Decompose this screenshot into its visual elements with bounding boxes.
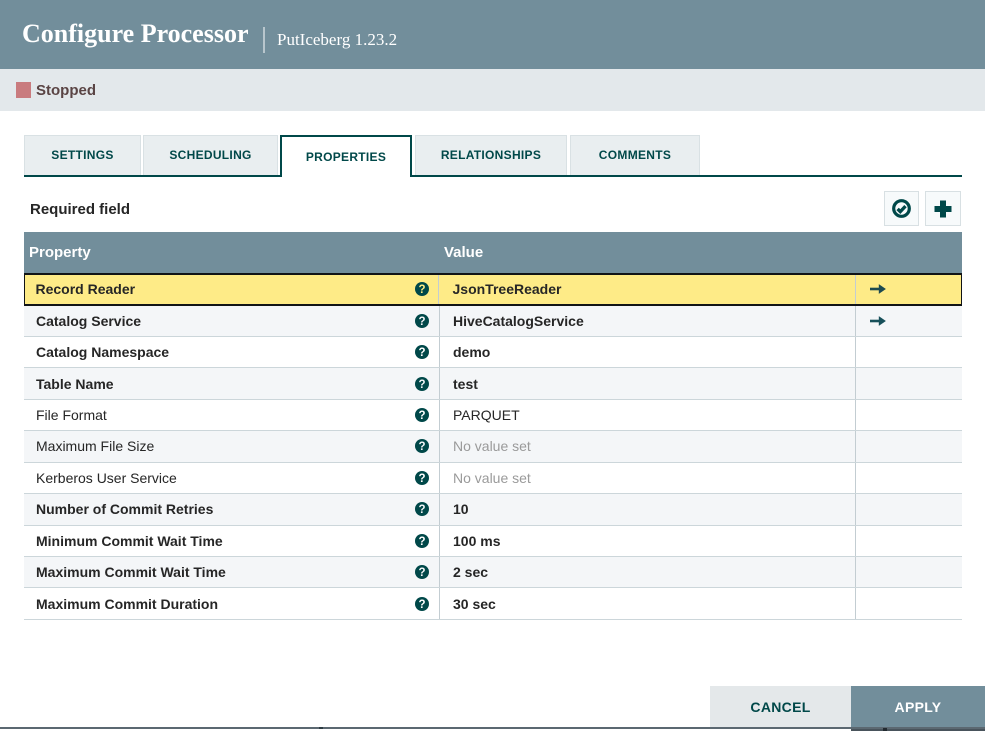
svg-text:?: ?: [418, 598, 425, 610]
svg-text:?: ?: [418, 378, 425, 390]
svg-text:?: ?: [418, 473, 425, 485]
svg-text:?: ?: [418, 441, 425, 453]
svg-text:?: ?: [418, 284, 425, 296]
svg-text:?: ?: [418, 504, 425, 516]
svg-text:?: ?: [418, 410, 425, 422]
svg-text:?: ?: [418, 316, 425, 328]
svg-text:?: ?: [418, 347, 425, 359]
svg-text:?: ?: [418, 567, 425, 579]
svg-text:?: ?: [418, 536, 425, 548]
